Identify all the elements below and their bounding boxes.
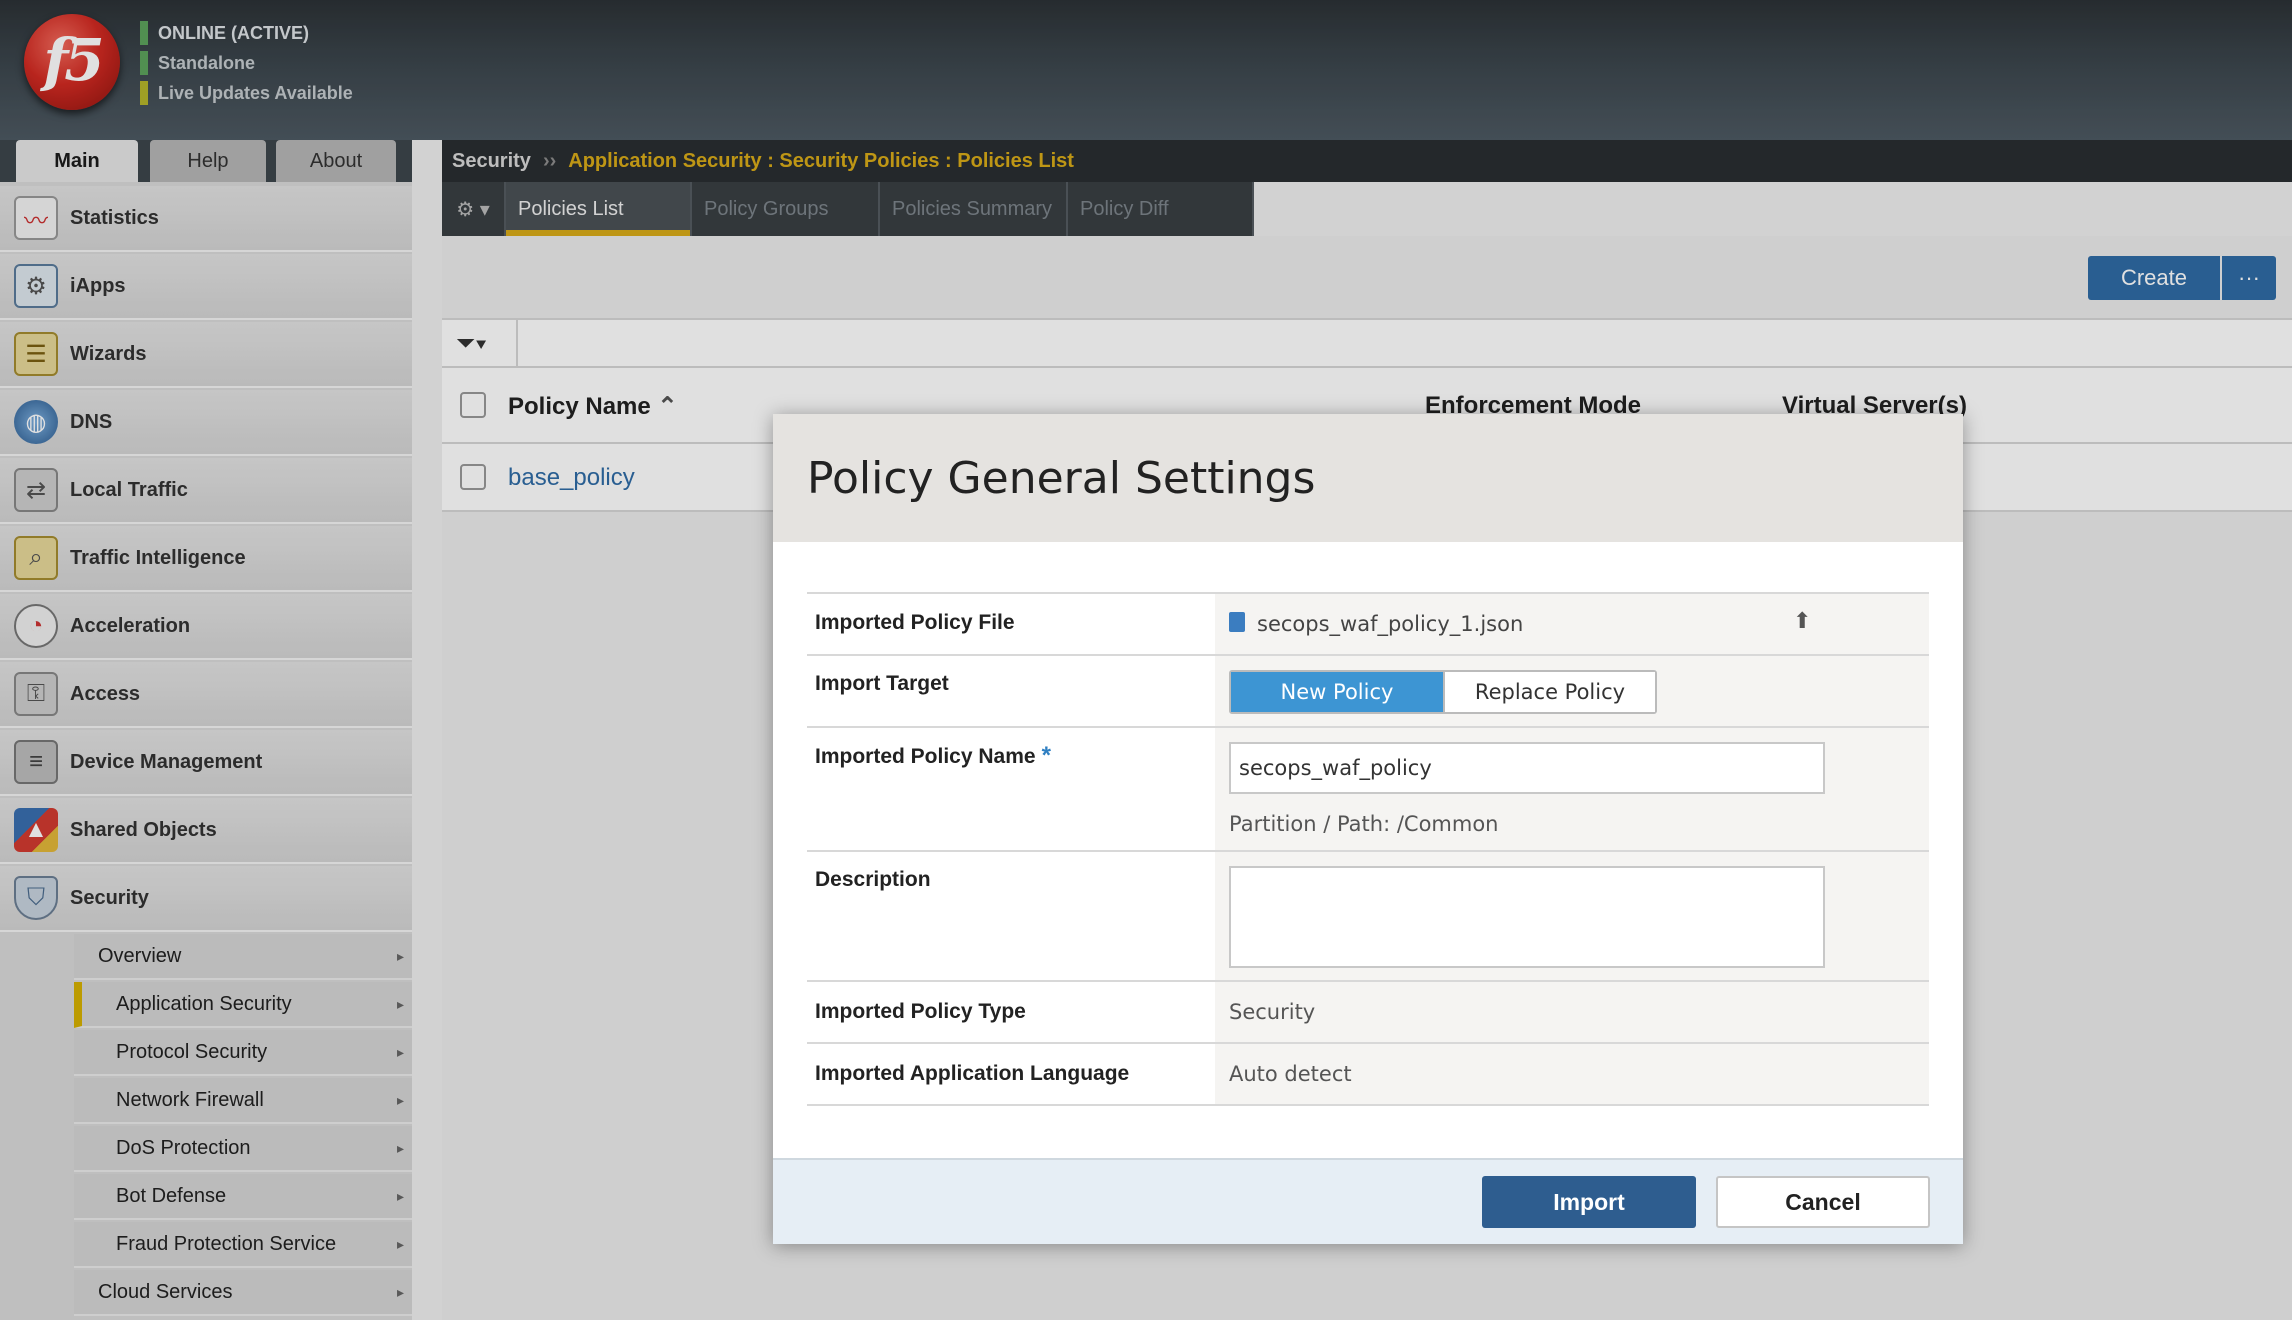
row-description: Description	[807, 852, 1929, 982]
label-imported-application-language: Imported Application Language	[815, 1062, 1130, 1085]
policy-type-value: Security	[1229, 1000, 1316, 1024]
cancel-button[interactable]: Cancel	[1716, 1176, 1930, 1228]
label-imported-policy-file: Imported Policy File	[815, 611, 1015, 634]
settings-form: Imported Policy File secops_waf_policy_1…	[807, 592, 1929, 1106]
import-target-toggle: New Policy Replace Policy	[1229, 670, 1657, 714]
dialog-header: Policy General Settings	[773, 414, 1963, 542]
import-button[interactable]: Import	[1482, 1176, 1696, 1228]
file-icon	[1229, 612, 1245, 632]
row-imported-policy-file: Imported Policy File secops_waf_policy_1…	[807, 594, 1929, 656]
dialog-title: Policy General Settings	[807, 452, 1316, 504]
imported-file-name: secops_waf_policy_1.json	[1257, 612, 1524, 636]
dialog-footer: Import Cancel	[773, 1158, 1963, 1244]
required-marker: *	[1041, 742, 1051, 769]
new-policy-option[interactable]: New Policy	[1231, 672, 1443, 712]
row-imported-policy-name: Imported Policy Name * secops_waf_policy …	[807, 728, 1929, 852]
label-import-target: Import Target	[815, 672, 949, 695]
value-cell: secops_waf_policy Partition / Path: /Com…	[1215, 728, 1929, 850]
value-cell: Auto detect	[1215, 1044, 1929, 1104]
value-cell	[1215, 852, 1929, 980]
value-cell: secops_waf_policy_1.json ⬆	[1215, 594, 1929, 654]
label-description: Description	[815, 868, 931, 891]
policy-general-settings-dialog: Policy General Settings Imported Policy …	[773, 414, 1963, 1244]
description-textarea[interactable]	[1229, 866, 1825, 968]
label-imported-policy-type: Imported Policy Type	[815, 1000, 1026, 1023]
row-import-target: Import Target New Policy Replace Policy	[807, 656, 1929, 728]
value-cell: Security	[1215, 982, 1929, 1042]
policy-name-input[interactable]: secops_waf_policy	[1229, 742, 1825, 794]
partition-path-hint: Partition / Path: /Common	[1229, 812, 1499, 836]
row-imported-application-language: Imported Application Language Auto detec…	[807, 1044, 1929, 1106]
label-imported-policy-name: Imported Policy Name *	[815, 742, 1051, 769]
upload-icon[interactable]: ⬆	[1793, 608, 1811, 634]
value-cell: New Policy Replace Policy	[1215, 656, 1929, 726]
application-language-value: Auto detect	[1229, 1062, 1352, 1086]
replace-policy-option[interactable]: Replace Policy	[1443, 672, 1655, 712]
row-imported-policy-type: Imported Policy Type Security	[807, 982, 1929, 1044]
